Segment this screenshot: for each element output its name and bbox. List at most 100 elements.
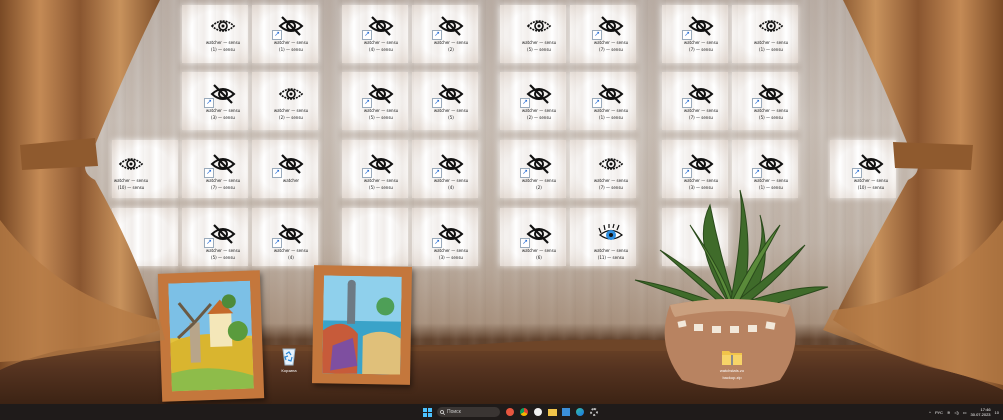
- desktop-icon-label: watcher — sensu: [593, 40, 629, 45]
- desktop-icon[interactable]: ↗ watcher — sensu (5) — sensu: [348, 152, 414, 190]
- taskbar-app-browser[interactable]: [504, 406, 516, 418]
- desktop-icon-label: watcher — sensu: [433, 40, 469, 45]
- desktop-icon[interactable]: ↗ watcher — sensu (4) — sensu: [348, 14, 414, 52]
- desktop-icon[interactable]: ↗ watcher — sensu (3) — sensu: [418, 222, 484, 260]
- desktop-icon-label: watcher — sensu: [593, 248, 629, 253]
- taskbar-app-edge[interactable]: [574, 406, 586, 418]
- desktop-icon[interactable]: ↗ watcher — sensu (5): [418, 82, 484, 120]
- desktop-icon[interactable]: ↗ watcher — sensu (10) — sensu: [838, 152, 904, 190]
- eye-slash-icon: ↗: [852, 152, 886, 178]
- desktop-icon-label-line2: (5) — sensu: [527, 47, 551, 52]
- chrome-icon: [520, 408, 528, 416]
- battery-icon[interactable]: ▭: [963, 410, 967, 415]
- shortcut-arrow-icon: ↗: [204, 98, 214, 108]
- desktop-icon-label: watcher — sensu: [521, 178, 557, 183]
- desktop-icon[interactable]: ↗ watcher — sensu (6): [506, 222, 572, 260]
- desktop-icon[interactable]: ↗ watcher — sensu (2): [506, 152, 572, 190]
- shortcut-arrow-icon: ↗: [432, 168, 442, 178]
- eye-slash-icon: ↗: [752, 82, 786, 108]
- desktop-icon-label: watcher — sensu: [683, 108, 719, 113]
- taskbar-app-chrome[interactable]: [518, 406, 530, 418]
- eye-slash-icon: ↗: [204, 152, 238, 178]
- desktop-icon-label-line2: (1) — sensu: [279, 47, 303, 52]
- wifi-icon[interactable]: ≋: [947, 410, 950, 415]
- settings-icon: [590, 408, 598, 416]
- start-button[interactable]: [421, 406, 433, 418]
- eye-open-icon: [208, 14, 238, 38]
- desktop-icon-label-line2: (5) — sensu: [369, 115, 393, 120]
- desktop-icon[interactable]: ↗ watcher — sensu (7) — sensu: [668, 14, 734, 52]
- shortcut-arrow-icon: ↗: [682, 30, 692, 40]
- desktop-icon-label: watcher — sensu: [433, 248, 469, 253]
- clock[interactable]: 17:46 30.07.2023: [971, 407, 991, 417]
- volume-icon[interactable]: ◁): [954, 410, 958, 415]
- folder-icon: [722, 351, 742, 365]
- taskbar-app-info[interactable]: [532, 406, 544, 418]
- desktop-icon-label-line2: (1) — sensu: [759, 47, 783, 52]
- desktop-icon-label: watcher — sensu: [205, 40, 241, 45]
- desktop-icon[interactable]: ↗ watcher — sensu (7) — sensu: [578, 14, 644, 52]
- desktop-icon[interactable]: ↗ watcher: [258, 152, 324, 183]
- desktop-icon-label-line2: (7) — sensu: [211, 185, 235, 190]
- desktop-icon-label: watcher — sensu: [683, 178, 719, 183]
- desktop-icon-label: watcher — sensu: [753, 40, 789, 45]
- desktop-icon-label: watcher — sensu: [363, 178, 399, 183]
- shortcut-arrow-icon: ↗: [432, 238, 442, 248]
- shortcut-arrow-icon: ↗: [362, 98, 372, 108]
- desktop-icon-label: watcher — sensu: [521, 108, 557, 113]
- desktop-icon[interactable]: ↗ watcher — sensu (2): [418, 14, 484, 52]
- desktop-icon[interactable]: ↗ watcher — sensu (7) — sensu: [190, 152, 256, 190]
- desktop-icon-label: watcher — sensu: [273, 248, 309, 253]
- desktop-icon[interactable]: ↗ watcher — sensu (7) — sensu: [668, 82, 734, 120]
- desktop-icon[interactable]: ↗ watcher — sensu (3) — sensu: [190, 82, 256, 120]
- desktop-icon[interactable]: ↗ watcher — sensu (5) — sensu: [190, 222, 256, 260]
- desktop-icon[interactable]: watcher — sensu (1) — sensu: [738, 14, 804, 52]
- desktop-icon-label-line2: (1) — sensu: [599, 115, 623, 120]
- notification-badge[interactable]: 10: [995, 410, 999, 415]
- desktop-icon-label-line2: (5) — sensu: [369, 185, 393, 190]
- desktop-icon-label-line2: (5) — sensu: [211, 255, 235, 260]
- shortcut-arrow-icon: ↗: [520, 168, 530, 178]
- desktop-icon-label: watcher: [282, 178, 300, 183]
- desktop-icon[interactable]: watcher — sensu (1) — sensu: [190, 14, 256, 52]
- desktop-icon-label: watcher — sensu: [273, 108, 309, 113]
- desktop-icon-label: watcher — sensu: [683, 40, 719, 45]
- taskbar-app-store[interactable]: [560, 406, 572, 418]
- desktop-icon[interactable]: ↗ watcher — sensu (5) — sensu: [348, 82, 414, 120]
- desktop-icon[interactable]: ↗ watcher — sensu (5) — sensu: [738, 82, 804, 120]
- desktop-icon[interactable]: watcher — sensu (5) — sensu: [506, 14, 572, 52]
- shortcut-arrow-icon: ↗: [272, 168, 282, 178]
- desktop-icon[interactable]: ↗ watcher — sensu (4): [418, 152, 484, 190]
- desktop-icon[interactable]: watcher — sensu (10) — sensu: [98, 152, 164, 190]
- desktop-icon-label-line2: (4) — sensu: [369, 47, 393, 52]
- eye-slash-icon: ↗: [682, 152, 716, 178]
- desktop-icon[interactable]: ↗ watcher — sensu (4): [258, 222, 324, 260]
- desktop-icon-label: watcher — sensu: [363, 108, 399, 113]
- windows-start-icon: [422, 407, 432, 417]
- chevron-up-icon[interactable]: ^: [929, 410, 931, 415]
- desktop-icon[interactable]: watcher — sensu (2) — sensu: [258, 82, 324, 120]
- desktop-icon-label-line2: (7) — sensu: [689, 115, 713, 120]
- taskbar-app-files[interactable]: [546, 406, 558, 418]
- desktop-icon-label-line2: (2): [536, 185, 542, 190]
- desktop-icon-label-line2: (1) — sensu: [211, 47, 235, 52]
- browser-icon: [506, 408, 514, 416]
- language-indicator[interactable]: РУС: [935, 410, 943, 415]
- desktop-icon-label: watcher — sensu: [753, 178, 789, 183]
- shortcut-arrow-icon: ↗: [432, 98, 442, 108]
- eye-slash-icon: ↗: [432, 152, 466, 178]
- desktop: watcher — sensu (1) — sensu ↗ watcher — sen…: [0, 0, 1003, 404]
- taskbar-app-settings[interactable]: [588, 406, 600, 418]
- eye-slash-icon: ↗: [752, 152, 786, 178]
- eye-lashes-icon: [596, 222, 626, 246]
- desktop-icon-label: watcher — sensu: [363, 40, 399, 45]
- desktop-icon[interactable]: ↗ watcher — sensu (2) — sensu: [506, 82, 572, 120]
- desktop-icon[interactable]: ↗ watcher — sensu (1) — sensu: [258, 14, 324, 52]
- taskbar-search[interactable]: Поиск: [437, 407, 500, 417]
- taskbar: Поиск ^ РУС ≋ ◁) ▭ 17:46 30.07.2023 10: [0, 404, 1003, 420]
- recycle-bin[interactable]: Корзина: [272, 346, 306, 373]
- shortcut-arrow-icon: ↗: [520, 98, 530, 108]
- desktop-file-backup[interactable]: watchstats.zo backup.zip: [712, 348, 752, 380]
- desktop-icon[interactable]: ↗ watcher — sensu (1) — sensu: [578, 82, 644, 120]
- desktop-icon-label-line2: (2) — sensu: [279, 115, 303, 120]
